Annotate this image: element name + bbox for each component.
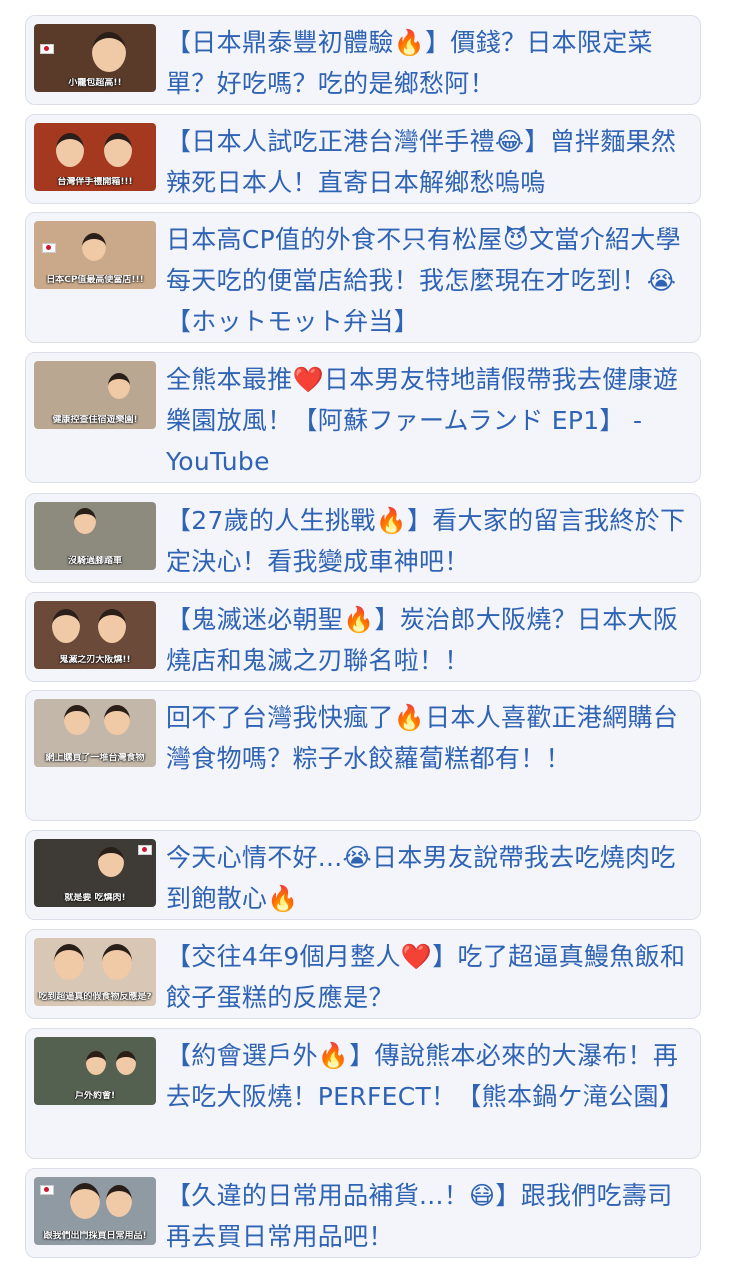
video-title-link[interactable]: 【約會選戶外🔥】傳說熊本必來的大瀑布！再去吃大阪燒！PERFECT！【熊本鍋ケ滝… xyxy=(166,1035,694,1117)
video-link-list: 小籠包超高!! 【日本鼎泰豐初體驗🔥】價錢？日本限定菜單？好吃嗎？吃的是鄉愁阿！… xyxy=(0,0,732,1280)
video-title-link[interactable]: 日本高CP值的外食不只有松屋😈文當介紹大學每天吃的便當店給我！我怎麼現在才吃到！… xyxy=(166,219,694,342)
video-thumbnail: 沒騎過腳踏車 xyxy=(34,502,156,570)
video-link-card[interactable]: 日本CP值最高便當店!!! 日本高CP值的外食不只有松屋😈文當介紹大學每天吃的便… xyxy=(25,212,701,343)
video-title-link[interactable]: 【交往4年9個月整人❤️】吃了超逼真鰻魚飯和餃子蛋糕的反應是？ xyxy=(166,936,694,1018)
video-title-link[interactable]: 【27歲的人生挑戰🔥】看大家的留言我終於下定決心！看我變成車神吧！ xyxy=(166,500,694,582)
video-thumbnail: 台灣伴手禮開箱!!! xyxy=(34,123,156,191)
video-title-link[interactable]: 【日本人試吃正港台灣伴手禮😂】曾拌麵果然辣死日本人！直寄日本解鄉愁嗚嗚 xyxy=(166,121,694,203)
video-link-card[interactable]: 鬼滅之刃大阪燒!! 【鬼滅迷必朝聖🔥】炭治郎大阪燒？日本大阪燒店和鬼滅之刃聯名啦… xyxy=(25,592,701,682)
video-link-card[interactable]: 網上購買了一堆台灣食物 回不了台灣我快瘋了🔥日本人喜歡正港網購台灣食物嗎？粽子水… xyxy=(25,690,701,821)
video-thumbnail: 戶外約會! xyxy=(34,1037,156,1105)
video-link-card[interactable]: 健康控查住宿遊樂園! 全熊本最推❤️日本男友特地請假帶我去健康遊樂園放風！【阿蘇… xyxy=(25,352,701,483)
video-link-card[interactable]: 小籠包超高!! 【日本鼎泰豐初體驗🔥】價錢？日本限定菜單？好吃嗎？吃的是鄉愁阿！ xyxy=(25,15,701,105)
video-link-card[interactable]: 沒騎過腳踏車 【27歲的人生挑戰🔥】看大家的留言我終於下定決心！看我變成車神吧！ xyxy=(25,493,701,583)
video-thumbnail: 跟我們出門採買日常用品! xyxy=(34,1177,156,1245)
video-title-link[interactable]: 今天心情不好...😭日本男友說帶我去吃燒肉吃到飽散心🔥 xyxy=(166,837,694,919)
video-title-link[interactable]: 回不了台灣我快瘋了🔥日本人喜歡正港網購台灣食物嗎？粽子水餃蘿蔔糕都有！！ xyxy=(166,697,694,779)
video-link-card[interactable]: 吃到超逼真的假食物反應是? 【交往4年9個月整人❤️】吃了超逼真鰻魚飯和餃子蛋糕… xyxy=(25,929,701,1019)
video-thumbnail: 吃到超逼真的假食物反應是? xyxy=(34,938,156,1006)
video-thumbnail: 鬼滅之刃大阪燒!! xyxy=(34,601,156,669)
video-link-card[interactable]: 台灣伴手禮開箱!!! 【日本人試吃正港台灣伴手禮😂】曾拌麵果然辣死日本人！直寄日… xyxy=(25,114,701,204)
video-thumbnail: 網上購買了一堆台灣食物 xyxy=(34,699,156,767)
video-title-link[interactable]: 【久違的日常用品補貨...！😷】跟我們吃壽司再去買日常用品吧！ xyxy=(166,1175,694,1257)
video-thumbnail: 小籠包超高!! xyxy=(34,24,156,92)
video-link-card[interactable]: 就是要 吃燒肉! 今天心情不好...😭日本男友說帶我去吃燒肉吃到飽散心🔥 xyxy=(25,830,701,920)
video-title-link[interactable]: 【日本鼎泰豐初體驗🔥】價錢？日本限定菜單？好吃嗎？吃的是鄉愁阿！ xyxy=(166,22,694,104)
video-link-card[interactable]: 戶外約會! 【約會選戶外🔥】傳說熊本必來的大瀑布！再去吃大阪燒！PERFECT！… xyxy=(25,1028,701,1159)
video-link-card[interactable]: 跟我們出門採買日常用品! 【久違的日常用品補貨...！😷】跟我們吃壽司再去買日常… xyxy=(25,1168,701,1258)
video-thumbnail: 健康控查住宿遊樂園! xyxy=(34,361,156,429)
video-thumbnail: 就是要 吃燒肉! xyxy=(34,839,156,907)
video-title-link[interactable]: 【鬼滅迷必朝聖🔥】炭治郎大阪燒？日本大阪燒店和鬼滅之刃聯名啦！！ xyxy=(166,599,694,681)
video-thumbnail: 日本CP值最高便當店!!! xyxy=(34,221,156,289)
video-title-link[interactable]: 全熊本最推❤️日本男友特地請假帶我去健康遊樂園放風！【阿蘇ファームランド EP1… xyxy=(166,359,694,482)
